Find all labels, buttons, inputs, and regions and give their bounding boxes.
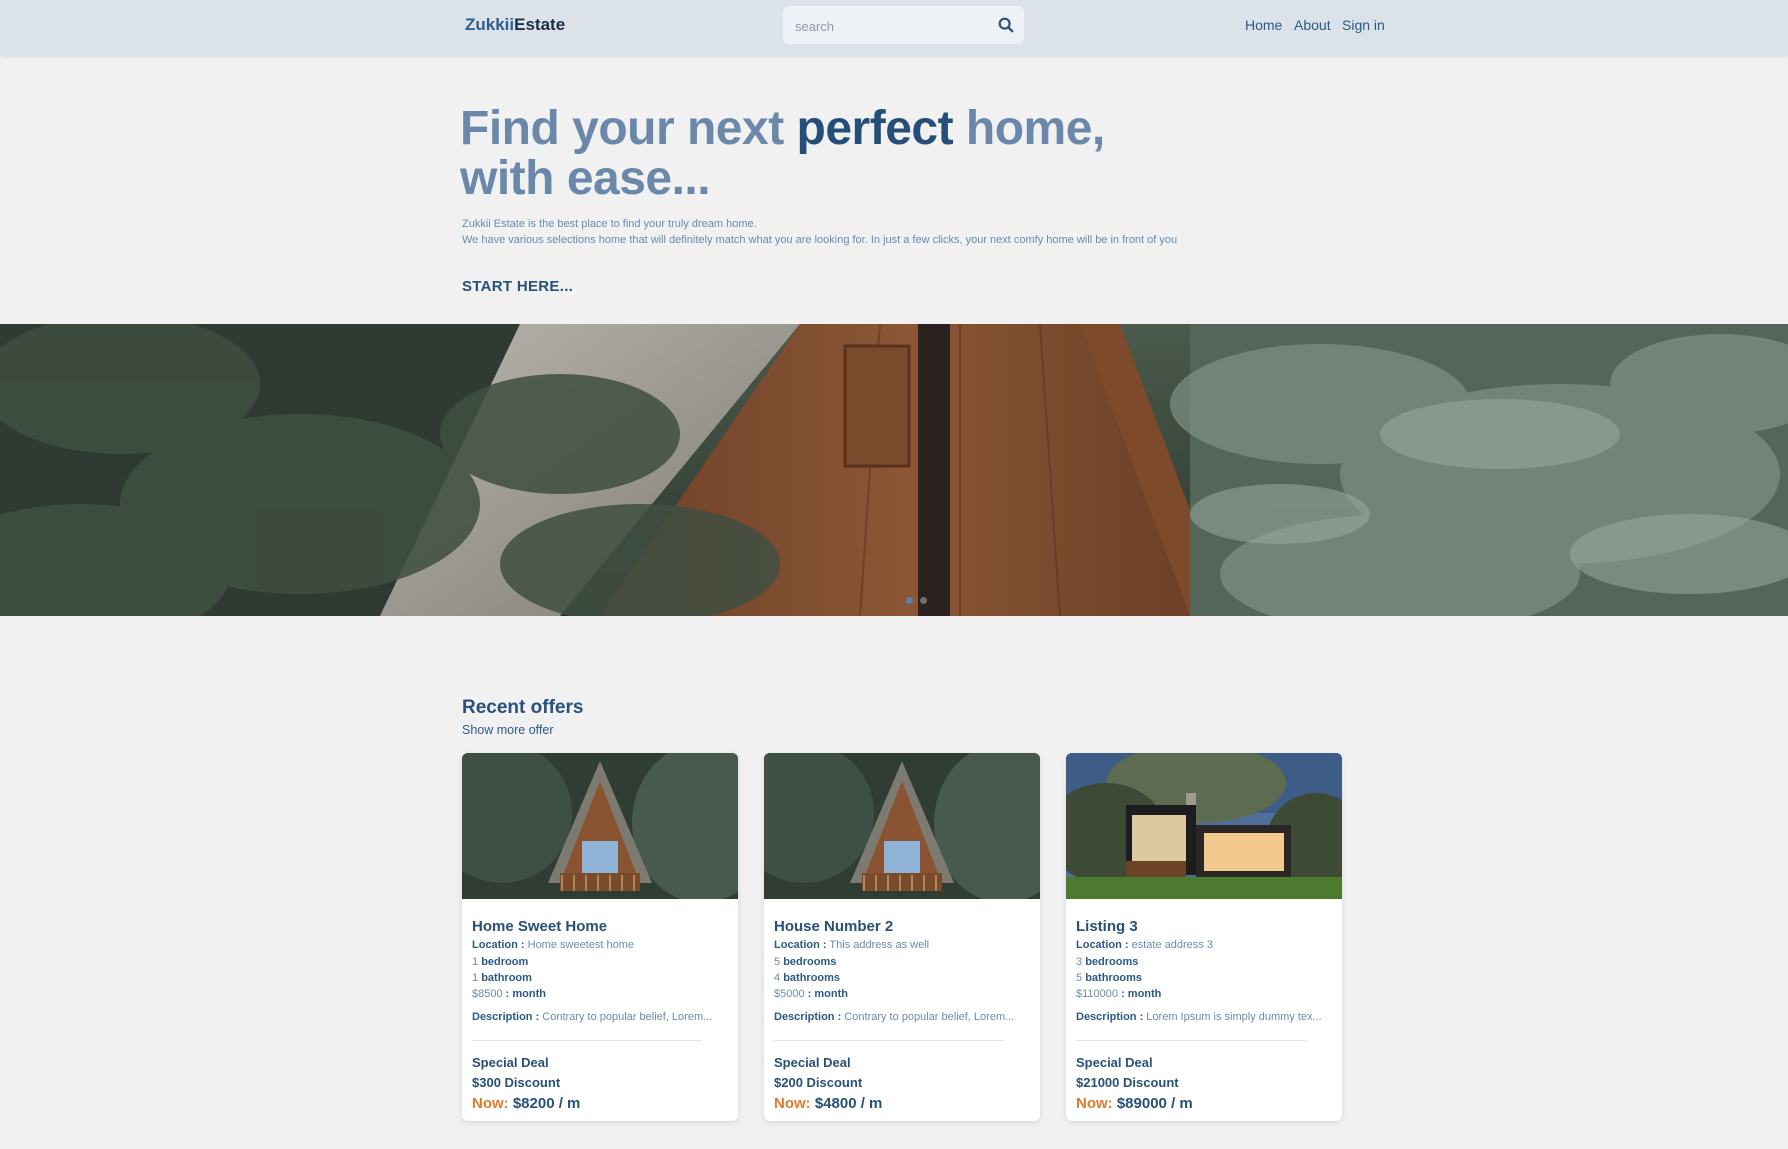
card-divider [1076, 1040, 1306, 1041]
card-discount: $21000 Discount [1076, 1075, 1179, 1090]
nav-sign-in-link[interactable]: Sign in [1342, 17, 1385, 33]
nav-about-link[interactable]: About [1294, 17, 1331, 33]
offer-card[interactable]: Listing 3 Location : estate address 3 3 … [1066, 753, 1342, 1121]
start-here-link[interactable]: START HERE... [462, 278, 573, 295]
listing-photo [764, 753, 1040, 899]
card-bedrooms: 3 bedrooms [1076, 956, 1139, 968]
brand-part-1: Zukkii [465, 15, 515, 34]
card-discount: $300 Discount [472, 1075, 561, 1090]
headline-part-1: Find your next [460, 102, 797, 155]
card-price: $8500 : month [472, 988, 546, 1000]
card-divider [774, 1040, 1004, 1041]
cabin-forest-illustration [0, 324, 1788, 616]
recent-offers-title: Recent offers [462, 697, 584, 718]
headline-strong: perfect [796, 102, 954, 155]
card-special-deal: Special Deal [472, 1055, 549, 1070]
card-description: Description : Lorem Ipsum is simply dumm… [1076, 1011, 1322, 1023]
hero-banner-image [0, 324, 1788, 616]
search-box [783, 6, 1024, 44]
card-location: Location : This address as well [774, 939, 930, 951]
brand-logo[interactable]: ZukkiiEstate [465, 15, 565, 35]
card-now-price: Now: $4800 / m [774, 1095, 883, 1112]
search-icon[interactable] [997, 16, 1015, 34]
navbar: ZukkiiEstate Home About Sign in [0, 0, 1788, 55]
card-bathrooms: 5 bathrooms [1076, 972, 1143, 984]
card-bedrooms: 1 bedroom [472, 956, 529, 968]
offer-card[interactable]: House Number 2 Location : This address a… [764, 753, 1040, 1121]
headline-part-2: home, [953, 102, 1105, 155]
card-special-deal: Special Deal [774, 1055, 851, 1070]
card-price: $110000 : month [1076, 988, 1162, 1000]
card-bedrooms: 5 bedrooms [774, 956, 837, 968]
search-input[interactable] [793, 15, 987, 37]
show-more-offer-link[interactable]: Show more offer [462, 723, 553, 737]
carousel-dot-1[interactable] [906, 597, 913, 604]
card-location: Location : Home sweetest home [472, 939, 635, 951]
hero-headline: Find your next perfect home, with ease..… [460, 104, 1260, 204]
brand-part-2: Estate [514, 15, 566, 34]
card-special-deal: Special Deal [1076, 1055, 1153, 1070]
headline-line-2: with ease... [460, 152, 711, 205]
nav-home-link[interactable]: Home [1245, 17, 1282, 33]
card-title: Home Sweet Home [472, 918, 608, 935]
card-description: Description : Contrary to popular belief… [472, 1011, 713, 1023]
card-description: Description : Contrary to popular belief… [774, 1011, 1015, 1023]
listing-photo [1066, 753, 1342, 899]
card-title: Listing 3 [1076, 918, 1138, 935]
carousel-dot-2[interactable] [920, 597, 927, 604]
hero-subtitle-line-1: Zukkii Estate is the best place to find … [462, 218, 757, 230]
offer-card[interactable]: Home Sweet Home Location : Home sweetest… [462, 753, 738, 1121]
card-price: $5000 : month [774, 988, 848, 1000]
card-divider [472, 1040, 702, 1041]
card-discount: $200 Discount [774, 1075, 863, 1090]
listing-photo [462, 753, 738, 899]
card-title: House Number 2 [774, 918, 894, 935]
card-now-price: Now: $8200 / m [472, 1095, 581, 1112]
card-location: Location : estate address 3 [1076, 939, 1213, 951]
card-bathrooms: 4 bathrooms [774, 972, 841, 984]
card-now-price: Now: $89000 / m [1076, 1095, 1193, 1112]
hero-subtitle-line-2: We have various selections home that wil… [462, 234, 1178, 246]
card-bathrooms: 1 bathroom [472, 972, 532, 984]
